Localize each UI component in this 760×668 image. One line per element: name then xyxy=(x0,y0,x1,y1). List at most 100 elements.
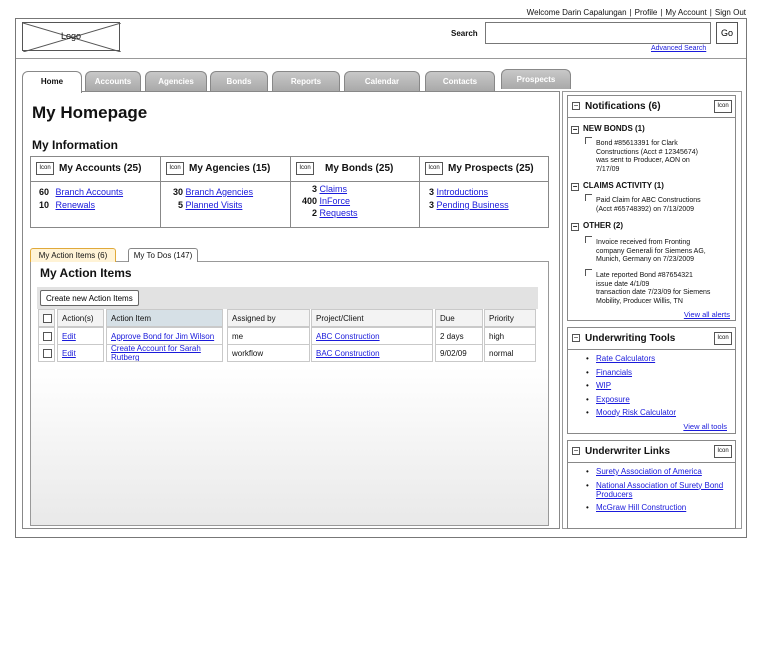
action-item-link[interactable]: Approve Bond for Jim Wilson xyxy=(111,332,214,341)
notification-checkbox[interactable] xyxy=(585,236,592,243)
table-row-select xyxy=(38,344,55,362)
tab-bonds[interactable]: Bonds xyxy=(210,71,268,91)
financials-link[interactable]: Financials xyxy=(596,368,632,377)
advanced-search-link[interactable]: Advanced Search xyxy=(651,45,706,52)
bonds-icon: Icon xyxy=(296,162,314,175)
introductions-link[interactable]: Introductions xyxy=(437,187,489,197)
tab-my-action-items[interactable]: My Action Items (6) xyxy=(30,248,116,262)
tab-home[interactable]: Home xyxy=(22,71,82,93)
collapse-icon[interactable]: − xyxy=(572,447,580,455)
my-agencies-header: Icon My Agencies (15) xyxy=(161,157,290,182)
link-line: Producers xyxy=(596,489,633,499)
table-cell: Approve Bond for Jim Wilson xyxy=(106,327,223,345)
info-row: 2 Requests xyxy=(299,208,358,218)
search-input[interactable] xyxy=(485,22,711,44)
notification-checkbox[interactable] xyxy=(585,194,592,201)
nasbp-link[interactable]: National Association of Surety Bond Produ… xyxy=(596,481,723,499)
edit-link[interactable]: Edit xyxy=(62,349,76,358)
user-links: Welcome Darin Capalungan | Profile | My Acco… xyxy=(526,8,746,17)
view-all-alerts-link[interactable]: View all alerts xyxy=(684,310,730,319)
create-action-item-button[interactable]: Create new Action Items xyxy=(40,290,139,306)
search-label: Search xyxy=(451,29,478,38)
collapse-icon[interactable]: − xyxy=(571,183,579,191)
mcgraw-hill-link[interactable]: McGraw Hill Construction xyxy=(596,503,686,512)
column-header-priority[interactable]: Priority xyxy=(484,309,536,327)
table-cell: BAC Construction xyxy=(311,344,433,362)
row-checkbox[interactable] xyxy=(43,349,52,358)
notification-line: Invoice received from Fronting xyxy=(596,239,691,246)
select-all-checkbox[interactable] xyxy=(43,314,52,323)
notification-line: issue date 4/1/09 xyxy=(596,280,650,288)
my-account-link[interactable]: My Account xyxy=(665,8,706,17)
inforce-link[interactable]: InForce xyxy=(320,196,351,206)
tab-reports[interactable]: Reports xyxy=(272,71,340,91)
section-claims-activity[interactable]: − CLAIMS ACTIVITY (1) xyxy=(571,181,664,191)
project-link[interactable]: BAC Construction xyxy=(316,349,380,358)
rate-calculators-link[interactable]: Rate Calculators xyxy=(596,354,655,363)
branch-accounts-link[interactable]: Branch Accounts xyxy=(56,187,124,197)
section-other[interactable]: − OTHER (2) xyxy=(571,221,623,231)
requests-link[interactable]: Requests xyxy=(320,208,358,218)
collapse-icon[interactable]: − xyxy=(571,223,579,231)
my-prospects-column: Icon My Prospects (25) 3 Introductions 3… xyxy=(420,157,548,227)
info-row: 3 Pending Business xyxy=(428,200,509,210)
branch-agencies-link[interactable]: Branch Agencies xyxy=(186,187,254,197)
collapse-icon[interactable]: − xyxy=(571,126,579,134)
column-header-due[interactable]: Due xyxy=(435,309,483,327)
section-title: CLAIMS ACTIVITY (1) xyxy=(583,181,664,190)
planned-visits-link[interactable]: Planned Visits xyxy=(186,200,243,210)
collapse-icon[interactable]: − xyxy=(572,334,580,342)
links-icon: Icon xyxy=(714,445,732,458)
view-all-tools-link[interactable]: View all tools xyxy=(683,422,727,431)
pending-business-link[interactable]: Pending Business xyxy=(437,200,509,210)
count: 3 xyxy=(311,184,317,194)
logo: Logo xyxy=(22,22,121,52)
info-row: 60 Branch Accounts xyxy=(39,187,123,197)
list-item: Exposure xyxy=(584,395,676,404)
table-cell: 9/02/09 xyxy=(435,344,483,362)
profile-link[interactable]: Profile xyxy=(635,8,658,17)
table-cell: Edit xyxy=(57,327,104,345)
surety-association-link[interactable]: Surety Association of America xyxy=(596,467,702,476)
action-item-link[interactable]: Create Account for Sarah Rutberg xyxy=(111,345,201,361)
tab-accounts[interactable]: Accounts xyxy=(85,71,141,91)
project-link[interactable]: ABC Construction xyxy=(316,332,380,341)
renewals-link[interactable]: Renewals xyxy=(56,200,96,210)
tools-icon: Icon xyxy=(714,332,732,345)
column-header-project-client[interactable]: Project/Client xyxy=(311,309,433,327)
row-checkbox[interactable] xyxy=(43,332,52,341)
claims-link[interactable]: Claims xyxy=(320,184,348,194)
tab-prospects[interactable]: Prospects xyxy=(501,69,571,89)
tab-agencies[interactable]: Agencies xyxy=(145,71,207,91)
welcome-text: Welcome Darin Capalungan xyxy=(526,8,627,17)
column-header-assigned-by[interactable]: Assigned by xyxy=(227,309,310,327)
column-header-actions[interactable]: Action(s) xyxy=(57,309,104,327)
my-bonds-column: Icon My Bonds (25) 3 Claims 400 InForce … xyxy=(291,157,420,227)
tab-contacts[interactable]: Contacts xyxy=(425,71,495,91)
underwriting-tools-title: Underwriting Tools xyxy=(585,333,676,344)
sign-out-link[interactable]: Sign Out xyxy=(715,8,746,17)
column-header-action-item[interactable]: Action Item xyxy=(106,309,223,327)
notification-line: Late reported Bond #87654321 xyxy=(596,272,693,279)
count: 5 xyxy=(177,200,183,210)
notification-line: Mobility, Producer Willis, TN xyxy=(596,297,683,305)
moody-risk-calculator-link[interactable]: Moody Risk Calculator xyxy=(596,408,676,417)
tab-calendar[interactable]: Calendar xyxy=(344,71,420,91)
info-row: 3 Claims xyxy=(299,184,347,194)
go-button[interactable]: Go xyxy=(716,22,738,44)
notification-checkbox[interactable] xyxy=(585,269,592,276)
exposure-link[interactable]: Exposure xyxy=(596,395,630,404)
count: 3 xyxy=(428,187,434,197)
table-cell: workflow xyxy=(227,344,310,362)
tab-my-to-dos[interactable]: My To Dos (147) xyxy=(128,248,198,262)
table-cell: Create Account for Sarah Rutberg xyxy=(106,344,223,362)
edit-link[interactable]: Edit xyxy=(62,332,76,341)
underwriting-tools-header: − Underwriting Tools Icon xyxy=(568,328,735,350)
info-row: 10 Renewals xyxy=(39,200,95,210)
wip-link[interactable]: WIP xyxy=(596,381,611,390)
notification-item: Bond #85613391 for Clark Constructions (… xyxy=(596,140,736,174)
collapse-icon[interactable]: − xyxy=(572,102,580,110)
notification-checkbox[interactable] xyxy=(585,137,592,144)
section-new-bonds[interactable]: − NEW BONDS (1) xyxy=(571,124,645,134)
info-row: 5 Planned Visits xyxy=(169,200,242,210)
